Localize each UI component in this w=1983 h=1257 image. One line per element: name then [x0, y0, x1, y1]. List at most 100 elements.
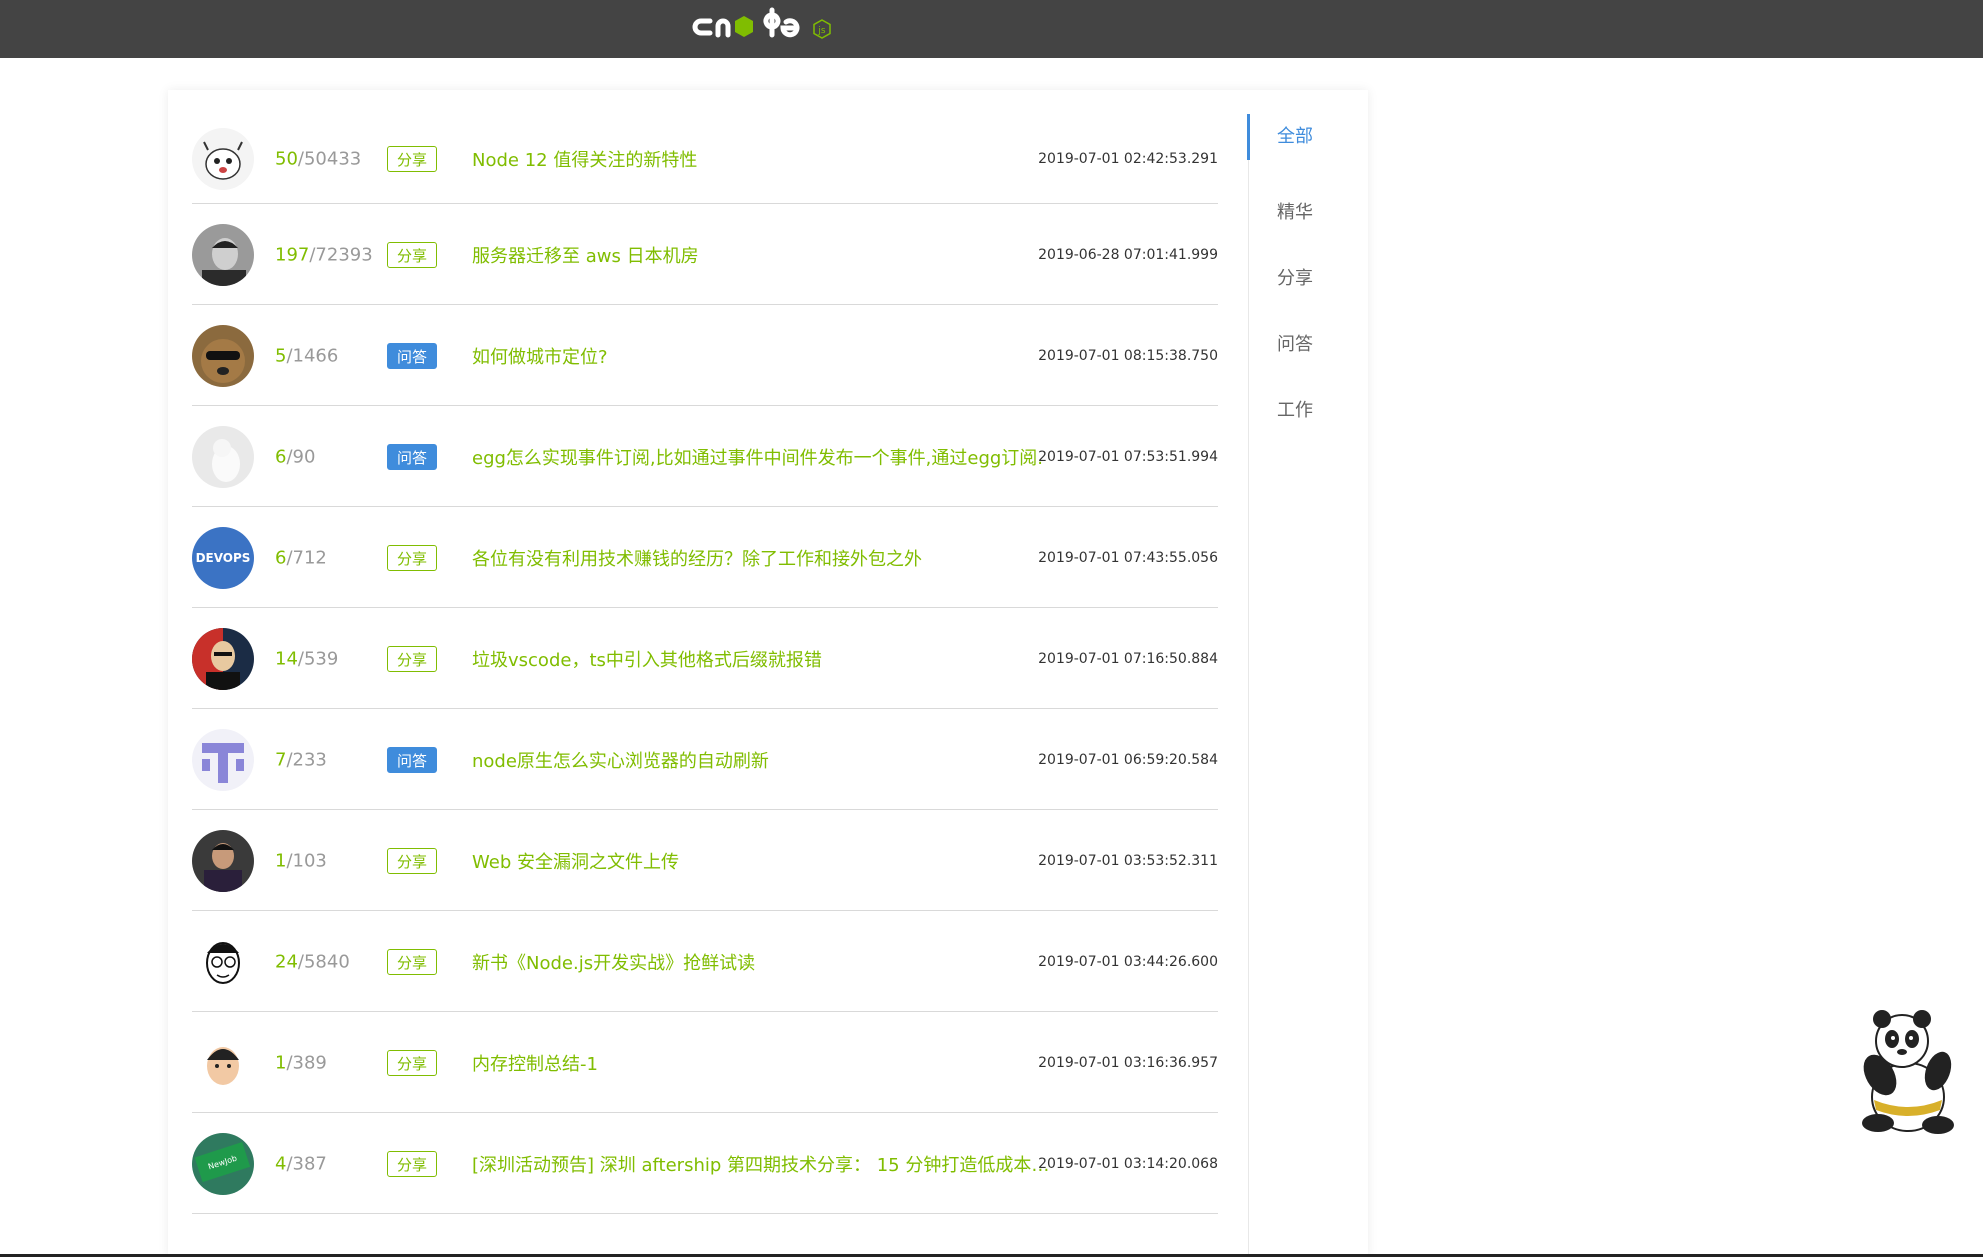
reply-count: 5: [275, 345, 287, 366]
topic-row[interactable]: 5/1466 问答 如何做城市定位? 2019-07-01 08:15:38.7…: [192, 306, 1218, 406]
topic-tag: 分享: [387, 1049, 437, 1076]
reply-count: 1: [275, 1052, 287, 1073]
topic-timestamp: 2019-07-01 03:14:20.068: [1038, 1155, 1218, 1172]
topic-tag: 问答: [387, 443, 437, 470]
topic-row[interactable]: DEVOPS 6/712 分享 各位有没有利用技术赚钱的经历？除了工作和接外包之…: [192, 508, 1218, 608]
topic-tag: 问答: [387, 342, 437, 369]
view-count: /1466: [286, 345, 339, 366]
memoji-avatar-icon[interactable]: [192, 1031, 254, 1094]
reply-count: 14: [275, 648, 298, 669]
reply-view-count: 6/90: [275, 446, 315, 467]
topic-row[interactable]: 7/233 问答 node原生怎么实心浏览器的自动刷新 2019-07-01 0…: [192, 710, 1218, 810]
topic-title-link[interactable]: Node 12 值得关注的新特性: [472, 146, 1052, 172]
topic-title-link[interactable]: 垃圾vscode，ts中引入其他格式后缀就报错: [472, 646, 1052, 672]
topic-title-link[interactable]: Web 安全漏洞之文件上传: [472, 848, 1052, 874]
topic-tag: 分享: [387, 948, 437, 975]
view-count: /387: [286, 1153, 327, 1174]
tab-good[interactable]: 精华: [1249, 180, 1368, 246]
tab-share[interactable]: 分享: [1249, 246, 1368, 312]
topic-list: 50/50433 分享 Node 12 值得关注的新特性 2019-07-01 …: [192, 90, 1218, 1214]
topic-tag: 分享: [387, 241, 437, 268]
topic-row[interactable]: 14/539 分享 垃圾vscode，ts中引入其他格式后缀就报错 2019-0…: [192, 609, 1218, 709]
topic-row[interactable]: 6/90 问答 egg怎么实现事件订阅,比如通过事件中间件发布一个事件,通过eg…: [192, 407, 1218, 507]
topic-title-link[interactable]: 各位有没有利用技术赚钱的经历？除了工作和接外包之外: [472, 545, 1052, 571]
newjob-sign-avatar-icon[interactable]: NewJob: [192, 1132, 254, 1195]
topic-title-link[interactable]: [深圳活动预告] 深圳 aftership 第四期技术分享： 15 分钟打造低成…: [472, 1151, 1052, 1177]
topic-row[interactable]: 50/50433 分享 Node 12 值得关注的新特性 2019-07-01 …: [192, 115, 1218, 204]
topic-timestamp: 2019-07-01 03:16:36.957: [1038, 1054, 1218, 1071]
topic-title-link[interactable]: egg怎么实现事件订阅,比如通过事件中间件发布一个事件,通过egg订阅.: [472, 444, 1052, 470]
reply-view-count: 24/5840: [275, 951, 350, 972]
reply-count: 50: [275, 148, 298, 170]
reply-view-count: 5/1466: [275, 345, 338, 366]
view-count: /233: [286, 749, 327, 770]
person-bw-avatar-icon[interactable]: [192, 223, 254, 286]
topic-tag: 分享: [387, 645, 437, 672]
devops-avatar-icon[interactable]: DEVOPS: [192, 526, 254, 589]
topic-title-link[interactable]: 服务器迁移至 aws 日本机房: [472, 242, 1052, 268]
tab-all[interactable]: 全部: [1247, 114, 1368, 180]
view-count: /712: [286, 547, 327, 568]
reply-view-count: 7/233: [275, 749, 327, 770]
reply-count: 1: [275, 850, 287, 871]
topic-row[interactable]: 1/103 分享 Web 安全漏洞之文件上传 2019-07-01 03:53:…: [192, 811, 1218, 911]
tab-ask[interactable]: 问答: [1249, 312, 1368, 378]
reply-count: 6: [275, 446, 287, 467]
reply-view-count: 1/103: [275, 850, 327, 871]
topic-tag: 分享: [387, 544, 437, 571]
poster-avatar-icon[interactable]: [192, 627, 254, 690]
reply-view-count: 4/387: [275, 1153, 327, 1174]
topic-title-link[interactable]: 如何做城市定位?: [472, 343, 1052, 369]
view-count: /50433: [297, 148, 362, 170]
topic-row[interactable]: 197/72393 分享 服务器迁移至 aws 日本机房 2019-06-28 …: [192, 205, 1218, 305]
topic-timestamp: 2019-07-01 02:42:53.291: [1038, 151, 1218, 167]
pattern-avatar-icon[interactable]: [192, 728, 254, 791]
topic-timestamp: 2019-06-28 07:01:41.999: [1038, 246, 1218, 263]
topic-title-link[interactable]: node原生怎么实心浏览器的自动刷新: [472, 747, 1052, 773]
svg-text:DEVOPS: DEVOPS: [196, 551, 251, 565]
topic-timestamp: 2019-07-01 06:59:20.584: [1038, 751, 1218, 768]
white-cat-avatar-icon[interactable]: [192, 425, 254, 488]
topic-title-link[interactable]: 新书《Node.js开发实战》抢鲜试读: [472, 949, 1052, 975]
cnode-logo[interactable]: js: [692, 6, 842, 52]
topic-tag: 分享: [387, 1150, 437, 1177]
topic-timestamp: 2019-07-01 07:16:50.884: [1038, 650, 1218, 667]
topic-list-panel: 50/50433 分享 Node 12 值得关注的新特性 2019-07-01 …: [168, 90, 1368, 1257]
view-count: /72393: [309, 244, 373, 265]
reply-count: 197: [275, 244, 310, 265]
topic-title-link[interactable]: 内存控制总结-1: [472, 1050, 1052, 1076]
reply-count: 7: [275, 749, 287, 770]
reply-view-count: 1/389: [275, 1052, 327, 1073]
top-navbar: js: [0, 0, 1983, 58]
topic-timestamp: 2019-07-01 03:44:26.600: [1038, 953, 1218, 970]
dog-sunglasses-avatar-icon[interactable]: [192, 324, 254, 387]
view-count: /5840: [297, 951, 350, 972]
topic-timestamp: 2019-07-01 07:53:51.994: [1038, 448, 1218, 465]
topic-tabs: 全部 精华 分享 问答 工作: [1247, 114, 1368, 1257]
view-count: /539: [297, 648, 339, 669]
topic-row[interactable]: NewJob 4/387 分享 [深圳活动预告] 深圳 aftership 第四…: [192, 1114, 1218, 1214]
view-count: /389: [286, 1052, 327, 1073]
topic-tag: 分享: [387, 146, 437, 172]
reply-count: 4: [275, 1153, 287, 1174]
tab-job[interactable]: 工作: [1249, 378, 1368, 444]
reply-view-count: 14/539: [275, 648, 338, 669]
person-photo-avatar-icon[interactable]: [192, 829, 254, 892]
view-count: /90: [286, 446, 316, 467]
view-count: /103: [286, 850, 327, 871]
topic-timestamp: 2019-07-01 03:53:52.311: [1038, 852, 1218, 869]
reply-view-count: 50/50433: [275, 149, 361, 170]
reply-count: 6: [275, 547, 287, 568]
reply-view-count: 6/712: [275, 547, 327, 568]
topic-row[interactable]: 1/389 分享 内存控制总结-1 2019-07-01 03:16:36.95…: [192, 1013, 1218, 1113]
reply-view-count: 197/72393: [275, 244, 373, 265]
topic-timestamp: 2019-07-01 08:15:38.750: [1038, 347, 1218, 364]
cartoon-dog-avatar-icon[interactable]: [192, 128, 254, 190]
svg-text:js: js: [817, 26, 826, 36]
topic-row[interactable]: 24/5840 分享 新书《Node.js开发实战》抢鲜试读 2019-07-0…: [192, 912, 1218, 1012]
reply-count: 24: [275, 951, 298, 972]
panda-mascot-icon: [1862, 1010, 1954, 1134]
topic-tag: 分享: [387, 847, 437, 874]
glasses-sketch-avatar-icon[interactable]: [192, 930, 254, 993]
topic-timestamp: 2019-07-01 07:43:55.056: [1038, 549, 1218, 566]
